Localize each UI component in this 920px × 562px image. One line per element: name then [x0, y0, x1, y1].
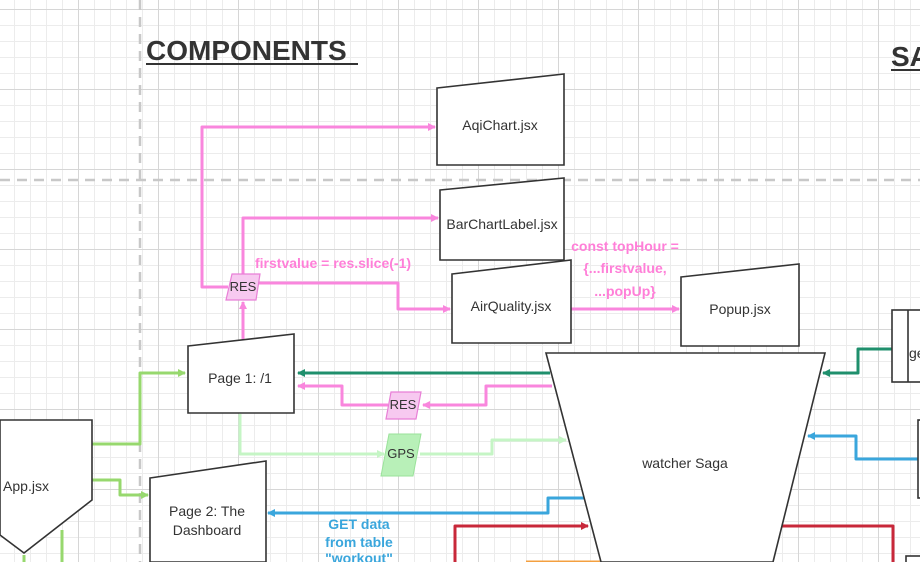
edge-right-to-watcher-blue [807, 432, 920, 461]
edge-gps-to-watcher [420, 436, 567, 456]
node-watcher-saga-label: watcher Saga [641, 455, 728, 471]
node-right-partial[interactable]: ge [891, 309, 920, 383]
sagas-heading: SA [891, 41, 920, 72]
node-app-label: App.jsx [3, 478, 49, 494]
node-app[interactable]: App.jsx [0, 419, 93, 555]
edge-right-to-watcher [822, 347, 892, 377]
node-right-partial-2 [905, 419, 920, 562]
node-popup[interactable]: Popup.jsx [680, 263, 800, 347]
node-airquality-label: AirQuality.jsx [471, 298, 552, 314]
node-popup-label: Popup.jsx [709, 301, 770, 317]
badge-gps[interactable]: GPS [380, 433, 422, 477]
node-aqichart-label: AqiChart.jsx [462, 117, 537, 133]
edge-app-to-page1 [92, 369, 186, 446]
note-tophour-line1: const topHour = [571, 238, 679, 254]
node-page1[interactable]: Page 1: /1 [187, 333, 295, 414]
note-tophour-line3: ...popUp} [594, 283, 656, 299]
node-barchartlabel[interactable]: BarChartLabel.jsx [439, 177, 565, 261]
node-page2-label-line1: Page 2: The [169, 503, 245, 519]
edge-watcher-to-page2 [267, 496, 585, 517]
edge-red-right [778, 524, 895, 562]
badge-res-top[interactable]: RES [225, 273, 261, 301]
node-page2-label-line2: Dashboard [173, 522, 242, 538]
badge-res-top-label: RES [230, 279, 257, 294]
badge-res-mid-label: RES [390, 397, 417, 412]
note-tophour-line2: {...firstvalue, [583, 260, 666, 276]
node-page2[interactable]: Page 2: The Dashboard [149, 460, 267, 562]
diagram-canvas: COMPONENTS SA AqiChart.jsx BarChartLabel… [0, 0, 920, 562]
components-heading: COMPONENTS [146, 35, 347, 66]
node-right-partial-label: ge [909, 345, 920, 361]
edge-page1-to-gps [238, 414, 385, 458]
edge-res-to-page1 [297, 382, 388, 407]
badge-res-mid[interactable]: RES [385, 391, 422, 420]
edge-res-to-airquality [258, 281, 451, 313]
note-getdata-line3: "workout" [325, 550, 393, 562]
edge-red-to-watcher [453, 522, 589, 562]
node-airquality[interactable]: AirQuality.jsx [451, 259, 572, 344]
note-getdata-line1: GET data [328, 516, 390, 532]
node-watcher-saga[interactable]: watcher Saga [544, 352, 827, 562]
note-getdata-line2: from table [325, 534, 393, 550]
edge-watcher-to-res [422, 384, 552, 409]
badge-gps-label: GPS [387, 446, 415, 461]
node-aqichart[interactable]: AqiChart.jsx [436, 73, 565, 166]
note-firstvalue: firstvalue = res.slice(-1) [255, 255, 411, 271]
node-page1-label: Page 1: /1 [208, 370, 272, 386]
node-barchartlabel-label: BarChartLabel.jsx [446, 216, 557, 232]
